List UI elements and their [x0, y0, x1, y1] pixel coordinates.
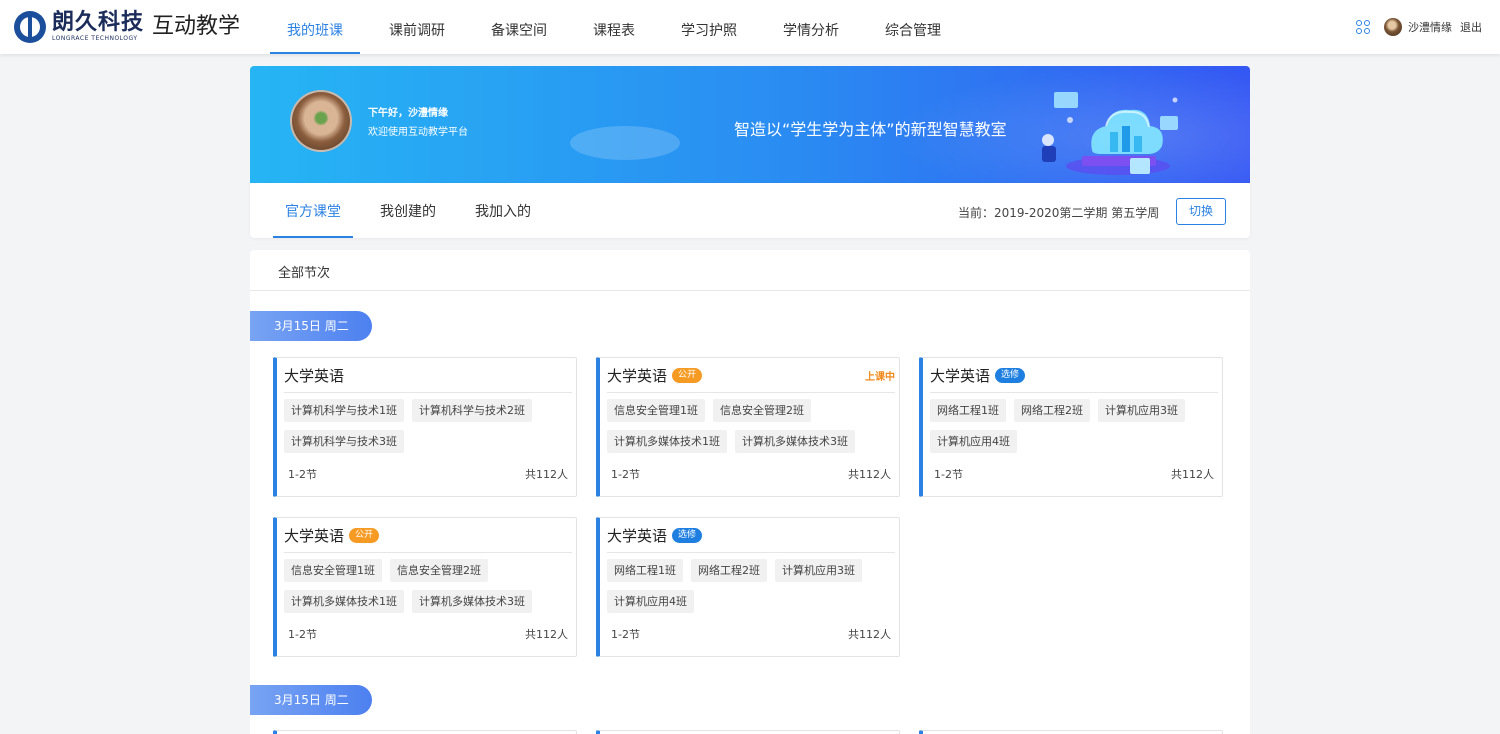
student-count: 共112人 — [525, 628, 568, 641]
welcome-banner: 下午好，沙澧情缘 欢迎使用互动教学平台 智造以“学生学为主体”的新型智慧教室 — [250, 66, 1250, 183]
course-card[interactable] — [273, 730, 577, 734]
student-count: 共112人 — [1171, 468, 1214, 481]
class-tags: 网络工程1班 网络工程2班 计算机应用3班 计算机应用4班 — [607, 559, 893, 621]
class-tag: 信息安全管理1班 — [284, 559, 382, 582]
class-tag: 网络工程1班 — [930, 399, 1006, 422]
class-tag: 计算机应用3班 — [775, 559, 862, 582]
logo-text-en: LONGRACE TECHNOLOGY — [52, 34, 138, 42]
nav-item-timetable[interactable]: 课程表 — [576, 0, 652, 54]
nav-item-pre-class-survey[interactable]: 课前调研 — [372, 0, 462, 54]
elective-badge: 选修 — [672, 527, 703, 543]
class-periods: 1-2节 — [934, 468, 963, 481]
tab-joined-by-me[interactable]: 我加入的 — [463, 183, 543, 238]
logout-link[interactable]: 退出 — [1460, 19, 1482, 35]
class-tag: 信息安全管理2班 — [390, 559, 488, 582]
tab-created-by-me[interactable]: 我创建的 — [368, 183, 448, 238]
welcome-text: 欢迎使用互动教学平台 — [368, 127, 468, 138]
student-count: 共112人 — [848, 468, 891, 481]
class-tag: 计算机多媒体技术1班 — [284, 590, 404, 613]
class-periods: 1-2节 — [611, 628, 640, 641]
class-tag: 计算机应用3班 — [1098, 399, 1185, 422]
class-tag: 信息安全管理2班 — [713, 399, 811, 422]
course-name: 大学英语 — [930, 366, 991, 385]
nav-item-learning-passport[interactable]: 学习护照 — [664, 0, 754, 54]
class-tag: 网络工程2班 — [691, 559, 767, 582]
apps-grid-icon[interactable] — [1356, 20, 1370, 34]
class-tags: 信息安全管理1班 信息安全管理2班 计算机多媒体技术1班 计算机多媒体技术3班 — [284, 559, 570, 621]
logo-text-cn: 朗久科技 — [52, 9, 145, 35]
class-tag: 计算机多媒体技术1班 — [607, 430, 727, 453]
nav-item-learning-analysis[interactable]: 学情分析 — [766, 0, 856, 54]
class-tag: 计算机科学与技术2班 — [412, 399, 532, 422]
username[interactable]: 沙澧情缘 — [1408, 19, 1452, 35]
top-navbar: 朗久科技 LONGRACE TECHNOLOGY 互动教学 我的班课 课前调研 … — [0, 0, 1500, 54]
public-badge: 公开 — [349, 527, 380, 543]
nav-item-my-classes[interactable]: 我的班课 — [270, 0, 360, 54]
sessions-panel: 全部节次 3月15日 周二 大学英语 计算机科学与技术1班 计算机科学与技术2班… — [250, 250, 1250, 734]
tab-official-classes[interactable]: 官方课堂 — [273, 183, 353, 238]
panel-title: 全部节次 — [278, 266, 331, 281]
course-card[interactable] — [919, 730, 1223, 734]
class-tag: 计算机多媒体技术3班 — [412, 590, 532, 613]
class-periods: 1-2节 — [288, 468, 317, 481]
user-avatar[interactable] — [1384, 18, 1402, 36]
public-badge: 公开 — [672, 367, 703, 383]
class-tag: 计算机应用4班 — [607, 590, 694, 613]
app-title: 互动教学 — [152, 14, 241, 39]
class-tag: 网络工程2班 — [1014, 399, 1090, 422]
class-tag: 计算机应用4班 — [930, 430, 1017, 453]
live-status: 上课中 — [865, 371, 895, 383]
switch-term-button[interactable]: 切换 — [1176, 198, 1226, 225]
decorative-blob — [570, 126, 680, 160]
date-label: 3月15日 周二 — [250, 685, 372, 715]
student-count: 共112人 — [848, 628, 891, 641]
course-card[interactable]: 大学英语 公开 信息安全管理1班 信息安全管理2班 计算机多媒体技术1班 计算机… — [273, 517, 577, 657]
course-card[interactable]: 大学英语 选修 网络工程1班 网络工程2班 计算机应用3班 计算机应用4班 1-… — [919, 357, 1223, 497]
class-tags: 计算机科学与技术1班 计算机科学与技术2班 计算机科学与技术3班 — [284, 399, 570, 461]
divider — [250, 290, 1250, 291]
nav-item-lesson-prep[interactable]: 备课空间 — [474, 0, 564, 54]
logo-icon — [14, 11, 46, 43]
banner-slogan: 智造以“学生学为主体”的新型智慧教室 — [734, 120, 1007, 139]
class-tag: 信息安全管理1班 — [607, 399, 705, 422]
class-tag: 网络工程1班 — [607, 559, 683, 582]
class-periods: 1-2节 — [611, 468, 640, 481]
class-tag: 计算机科学与技术3班 — [284, 430, 404, 453]
course-card[interactable] — [596, 730, 900, 734]
user-area: 沙澧情缘 退出 — [1356, 0, 1482, 54]
current-term: 当前：2019-2020第二学期 第五学周 — [958, 206, 1160, 220]
company-logo[interactable]: 朗久科技 LONGRACE TECHNOLOGY — [14, 10, 144, 44]
profile-avatar — [290, 90, 352, 152]
course-card[interactable]: 大学英语 公开 上课中 信息安全管理1班 信息安全管理2班 计算机多媒体技术1班… — [596, 357, 900, 497]
course-card[interactable]: 大学英语 选修 网络工程1班 网络工程2班 计算机应用3班 计算机应用4班 1-… — [596, 517, 900, 657]
class-periods: 1-2节 — [288, 628, 317, 641]
course-name: 大学英语 — [607, 526, 668, 545]
class-tags: 网络工程1班 网络工程2班 计算机应用3班 计算机应用4班 — [930, 399, 1216, 461]
student-count: 共112人 — [525, 468, 568, 481]
course-name: 大学英语 — [607, 366, 668, 385]
class-tabs-bar: 官方课堂 我创建的 我加入的 当前：2019-2020第二学期 第五学周 切换 — [250, 183, 1250, 238]
course-name: 大学英语 — [284, 366, 345, 385]
main-nav: 我的班课 课前调研 备课空间 课程表 学习护照 学情分析 综合管理 — [270, 0, 970, 54]
course-name: 大学英语 — [284, 526, 345, 545]
cloud-classroom-illustration-icon — [1042, 92, 1178, 175]
elective-badge: 选修 — [995, 367, 1026, 383]
class-tag: 计算机多媒体技术3班 — [735, 430, 855, 453]
class-tags: 信息安全管理1班 信息安全管理2班 计算机多媒体技术1班 计算机多媒体技术3班 — [607, 399, 893, 461]
greeting-text: 下午好，沙澧情缘 — [368, 108, 448, 119]
date-label: 3月15日 周二 — [250, 311, 372, 341]
course-card[interactable]: 大学英语 计算机科学与技术1班 计算机科学与技术2班 计算机科学与技术3班 1-… — [273, 357, 577, 497]
class-tag: 计算机科学与技术1班 — [284, 399, 404, 422]
nav-item-admin[interactable]: 综合管理 — [868, 0, 958, 54]
